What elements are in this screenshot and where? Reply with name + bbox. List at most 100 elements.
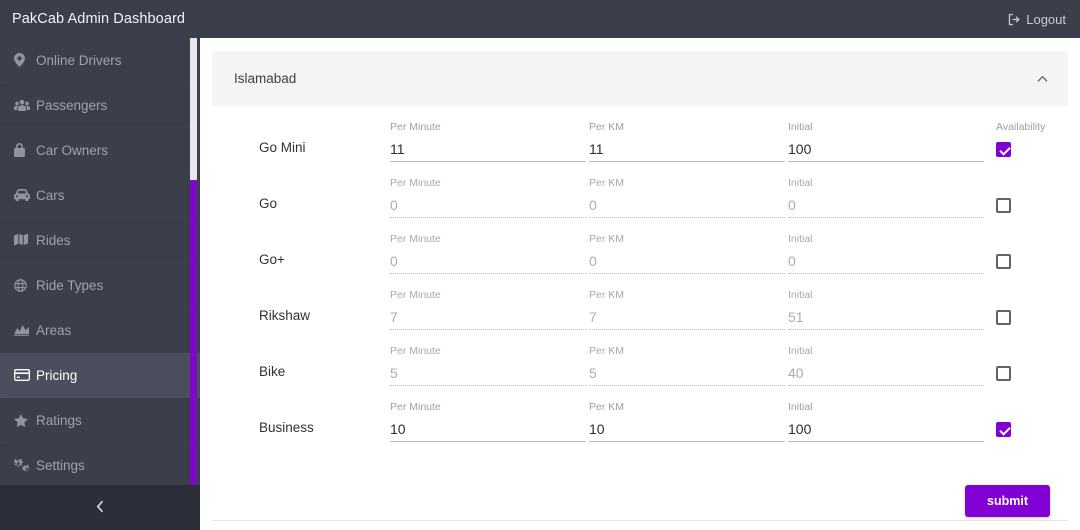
top-header-bar: PakCab Admin Dashboard Logout — [0, 0, 1080, 38]
per-minute-label: Per Minute — [390, 345, 441, 357]
accordion-header-islamabad[interactable]: Islamabad — [212, 51, 1068, 106]
availability-cell: Availability — [987, 120, 1067, 157]
initial-field: Initial 40 — [788, 344, 984, 386]
per-minute-label: Per Minute — [390, 401, 441, 413]
main-content: Islamabad Go Mini Per Minute 11 Per KM 11 Ini… — [200, 38, 1080, 530]
initial-field: Initial 100 — [788, 120, 984, 162]
star-icon — [14, 413, 36, 427]
initial-input[interactable]: 100 — [788, 136, 984, 162]
sidebar-item-areas[interactable]: Areas — [0, 308, 200, 353]
per-km-label: Per KM — [589, 121, 625, 133]
per-minute-label: Per Minute — [390, 177, 441, 189]
per-km-label: Per KM — [589, 289, 625, 301]
per-minute-label: Per Minute — [390, 233, 441, 245]
sidebar-item-passengers[interactable]: Passengers — [0, 83, 200, 128]
sidebar-item-settings[interactable]: Settings — [0, 443, 200, 488]
chevron-up-icon[interactable] — [1037, 72, 1048, 85]
per-minute-input: 7 — [390, 304, 586, 330]
initial-label: Initial — [788, 177, 813, 189]
per-km-field: Per KM 11 — [589, 120, 785, 162]
dashboard-root: PakCab Admin Dashboard Logout Online Dri… — [0, 0, 1080, 530]
availability-cell — [987, 232, 1067, 269]
ride-type-label: Bike — [259, 364, 286, 379]
sidebar-item-rides[interactable]: Rides — [0, 218, 200, 263]
sidebar-collapse-button[interactable] — [0, 485, 200, 530]
submit-row: submit — [212, 456, 1068, 517]
per-minute-field: Per Minute 10 — [390, 400, 586, 442]
initial-field: Initial 0 — [788, 232, 984, 274]
availability-label — [996, 288, 1067, 304]
per-km-input: 5 — [589, 360, 785, 386]
availability-checkbox[interactable] — [996, 254, 1011, 269]
sidebar-item-label: Areas — [36, 322, 72, 338]
sidebar-item-car-owners[interactable]: Car Owners — [0, 128, 200, 173]
per-minute-field: Per Minute 0 — [390, 232, 586, 274]
initial-label: Initial — [788, 121, 813, 133]
chevron-left-icon — [96, 500, 104, 516]
map-icon — [14, 233, 36, 247]
per-minute-input[interactable]: 11 — [390, 136, 586, 162]
ride-type-label: Business — [259, 420, 314, 435]
sidebar-item-cars[interactable]: Cars — [0, 173, 200, 218]
availability-label — [996, 176, 1067, 192]
credit-card-icon — [14, 369, 36, 381]
sidebar-item-label: Ratings — [36, 412, 82, 428]
car-icon — [14, 189, 36, 201]
availability-cell — [987, 176, 1067, 213]
per-minute-input: 0 — [390, 192, 586, 218]
sidebar-item-ride-types[interactable]: Ride Types — [0, 263, 200, 308]
sidebar-item-pricing[interactable]: Pricing — [0, 353, 200, 398]
ride-type-label: Go — [259, 196, 278, 211]
per-minute-input: 0 — [390, 248, 586, 274]
initial-field: Initial 100 — [788, 400, 984, 442]
sidebar-item-label: Car Owners — [36, 142, 109, 158]
availability-checkbox[interactable] — [996, 198, 1011, 213]
sidebar-item-label: Pricing — [36, 367, 78, 383]
initial-label: Initial — [788, 233, 813, 245]
initial-label: Initial — [788, 401, 813, 413]
sidebar-item-ratings[interactable]: Ratings — [0, 398, 200, 443]
logout-label: Logout — [1026, 11, 1066, 27]
per-km-label: Per KM — [589, 401, 625, 413]
availability-label — [996, 344, 1067, 360]
per-km-input[interactable]: 10 — [589, 416, 785, 442]
per-minute-input[interactable]: 10 — [390, 416, 586, 442]
initial-input: 51 — [788, 304, 984, 330]
logout-button[interactable]: Logout — [1008, 12, 1080, 27]
per-minute-label: Per Minute — [390, 121, 441, 133]
per-minute-field: Per Minute 0 — [390, 176, 586, 218]
sidebar-item-online-drivers[interactable]: Online Drivers — [0, 38, 200, 83]
chart-area-icon — [14, 324, 36, 336]
pricing-row: Go+ Per Minute 0 Per KM 0 Initial 0 — [212, 232, 1068, 288]
cogs-icon — [14, 458, 36, 472]
per-km-label: Per KM — [589, 233, 625, 245]
per-km-label: Per KM — [589, 345, 625, 357]
per-minute-input: 5 — [390, 360, 586, 386]
availability-checkbox[interactable] — [996, 366, 1011, 381]
availability-cell — [987, 400, 1067, 437]
sidebar-item-label: Online Drivers — [36, 52, 122, 68]
initial-input: 0 — [788, 192, 984, 218]
submit-button[interactable]: submit — [965, 485, 1050, 517]
ride-type-label: Go Mini — [259, 140, 306, 155]
initial-input[interactable]: 100 — [788, 416, 984, 442]
availability-cell — [987, 288, 1067, 325]
availability-checkbox[interactable] — [996, 310, 1011, 325]
availability-checkbox[interactable] — [996, 422, 1011, 437]
users-icon — [14, 99, 36, 112]
sidebar-item-label: Settings — [36, 457, 85, 473]
per-km-field: Per KM 0 — [589, 176, 785, 218]
per-km-field: Per KM 10 — [589, 400, 785, 442]
per-km-input[interactable]: 11 — [589, 136, 785, 162]
sign-out-icon — [1008, 13, 1021, 26]
pricing-card: Islamabad Go Mini Per Minute 11 Per KM 11 Ini… — [212, 51, 1068, 521]
availability-checkbox[interactable] — [996, 142, 1011, 157]
lock-icon — [14, 143, 36, 157]
initial-input: 0 — [788, 248, 984, 274]
sidebar: Online Drivers Passengers Car Owners Cars Ri… — [0, 38, 200, 530]
sidebar-nav: Online Drivers Passengers Car Owners Cars Ri… — [0, 38, 200, 488]
sidebar-item-label: Cars — [36, 187, 65, 203]
per-minute-label: Per Minute — [390, 289, 441, 301]
sidebar-scrollbar-thumb[interactable] — [190, 180, 197, 510]
ride-type-label: Rikshaw — [259, 308, 311, 323]
